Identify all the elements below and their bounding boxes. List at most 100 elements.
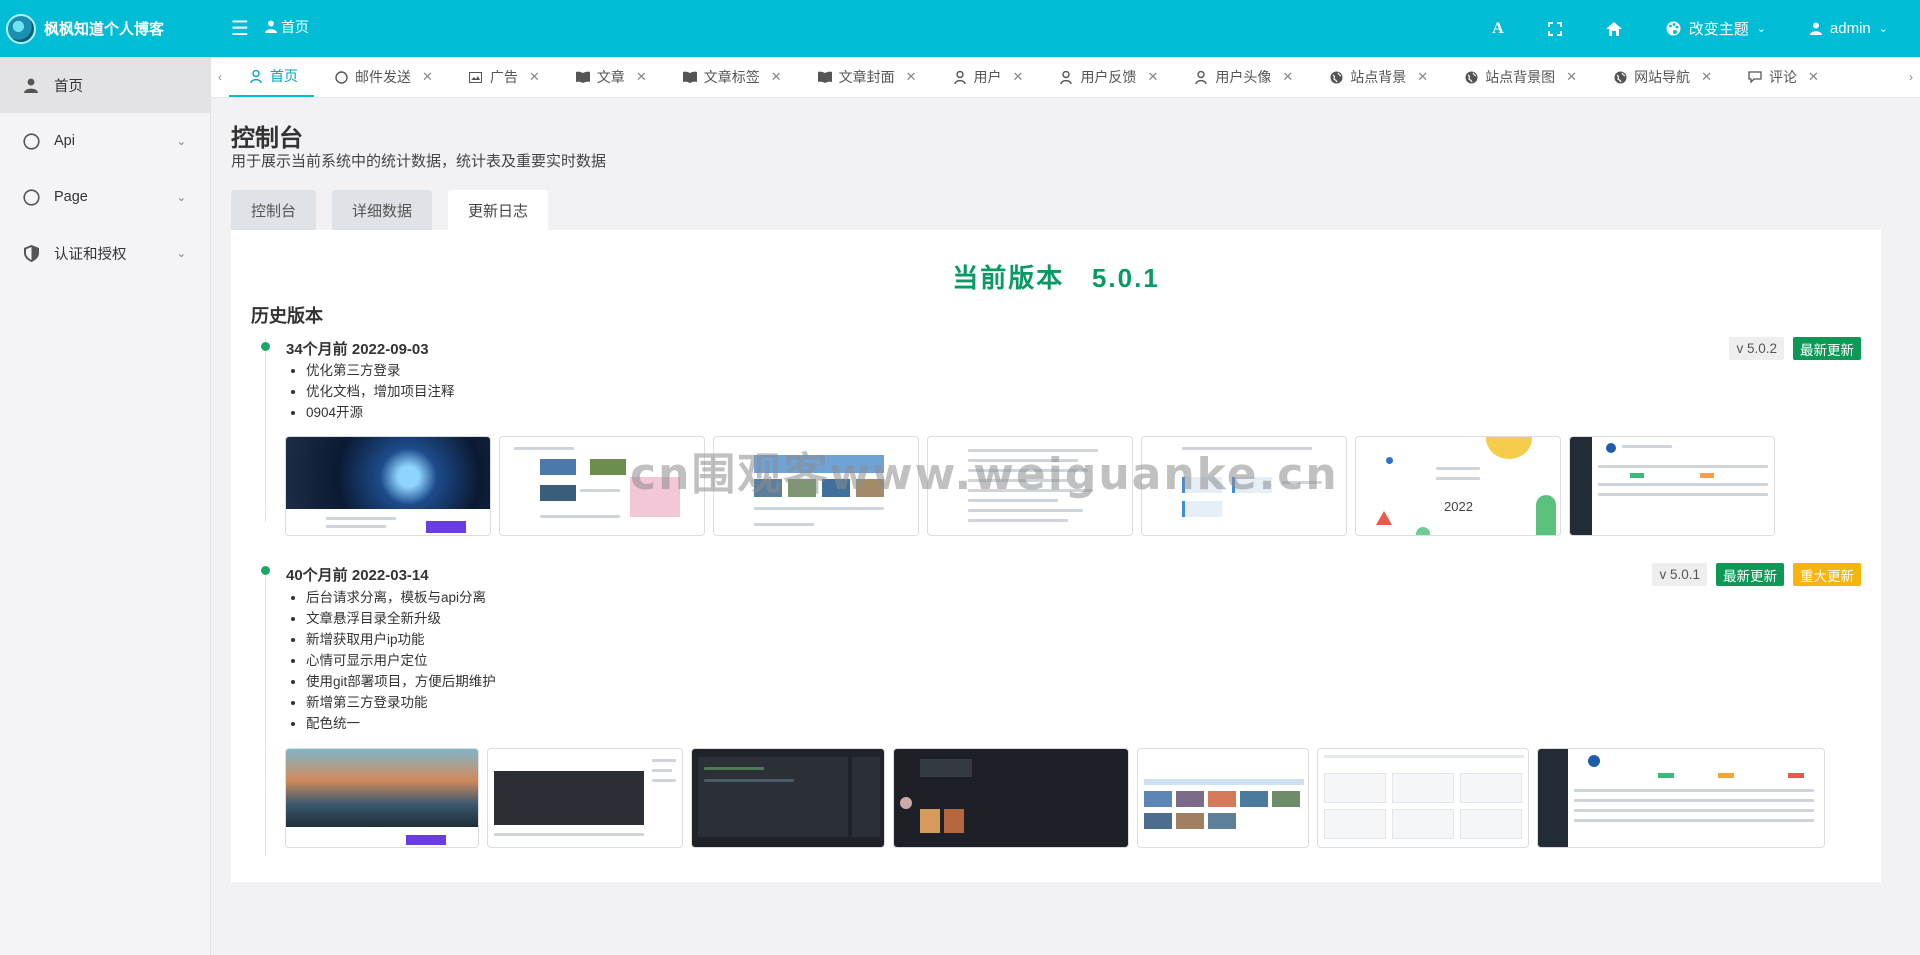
tab-item[interactable]: 网站导航 ✕	[1593, 57, 1728, 97]
book-icon	[575, 70, 590, 84]
tab-item[interactable]: 文章标签 ✕	[663, 57, 798, 97]
tab-item[interactable]: 广告 ✕	[449, 57, 556, 97]
sidebar-item-home[interactable]: 首页	[0, 57, 210, 113]
font-size-button[interactable]: A	[1470, 0, 1526, 57]
circle-icon	[22, 132, 40, 150]
screenshot-thumbnail[interactable]	[1137, 748, 1309, 848]
close-icon[interactable]: ✕	[771, 69, 782, 85]
latest-update-badge: 最新更新	[1716, 563, 1784, 586]
close-icon[interactable]: ✕	[1808, 69, 1819, 85]
entry-screenshots: 2022	[285, 436, 1783, 536]
sidebar-item-page[interactable]: Page ⌄	[0, 169, 210, 225]
breadcrumb[interactable]: 首页	[264, 17, 309, 37]
screenshot-thumbnail[interactable]: 2022	[1355, 436, 1561, 536]
close-icon[interactable]: ✕	[1566, 69, 1577, 85]
sidebar-item-label: Api	[54, 133, 75, 149]
entry-badges: v 5.0.1 最新更新 重大更新	[1652, 563, 1861, 586]
tab-item[interactable]: 站点背景 ✕	[1309, 57, 1444, 97]
screenshot-thumbnail[interactable]	[1537, 748, 1825, 848]
comment-icon	[1748, 70, 1762, 84]
list-item: 新增第三方登录功能	[306, 692, 496, 713]
sidebar-item-label: 首页	[54, 78, 83, 95]
screenshot-thumbnail[interactable]	[893, 748, 1129, 848]
screenshot-thumbnail[interactable]	[691, 748, 885, 848]
tab-item[interactable]: 用户反馈 ✕	[1039, 57, 1174, 97]
tab-item[interactable]: 邮件发送 ✕	[314, 57, 449, 97]
theme-switch-button[interactable]: 改变主题 ⌄	[1644, 0, 1788, 57]
screenshot-thumbnail[interactable]	[927, 436, 1133, 536]
menu-toggle-icon[interactable]: ☰	[231, 19, 249, 39]
sidebar-item-api[interactable]: Api ⌄	[0, 113, 210, 169]
circle-icon	[334, 70, 348, 84]
tab-item[interactable]: 用户 ✕	[933, 57, 1040, 97]
tab-item[interactable]: 首页	[229, 57, 314, 97]
entry-items: 后台请求分离，模板与api分离 文章悬浮目录全新升级 新增获取用户ip功能 心情…	[286, 587, 496, 734]
screenshot-thumbnail[interactable]	[1141, 436, 1347, 536]
user-icon	[249, 69, 263, 83]
tab-label: 广告	[489, 69, 518, 85]
list-item: 配色统一	[306, 713, 496, 734]
close-icon[interactable]: ✕	[1701, 69, 1712, 85]
timeline-line	[265, 566, 266, 856]
tab-label: 站点背景图	[1485, 69, 1556, 85]
chevron-down-icon: ⌄	[176, 191, 186, 204]
changelog-panel: 当前版本 5.0.1 历史版本 34个月前 2022-09-03 v 5.0.2…	[231, 230, 1881, 882]
close-icon[interactable]: ✕	[422, 69, 433, 85]
home-button[interactable]	[1584, 0, 1644, 57]
subtab-changelog[interactable]: 更新日志	[448, 190, 549, 230]
screenshot-thumbnail[interactable]	[487, 748, 683, 848]
screenshot-thumbnail[interactable]	[1569, 436, 1775, 536]
theme-switch-label: 改变主题	[1688, 21, 1749, 38]
latest-update-badge: 最新更新	[1793, 337, 1861, 360]
list-item: 优化第三方登录	[306, 360, 455, 381]
tab-item[interactable]: 文章 ✕	[556, 57, 663, 97]
list-item: 优化文档，增加项目注释	[306, 381, 455, 402]
globe-icon	[1613, 70, 1627, 84]
tab-label: 首页	[270, 68, 298, 84]
shield-icon	[22, 244, 40, 262]
current-version: 当前版本 5.0.1	[231, 258, 1881, 295]
tabs-scroll-right-icon[interactable]: ›	[1902, 57, 1920, 97]
tab-item[interactable]: 站点背景图 ✕	[1444, 57, 1593, 97]
chevron-down-icon: ⌄	[1878, 23, 1888, 35]
timeline-dot	[261, 342, 270, 351]
close-icon[interactable]: ✕	[636, 69, 647, 85]
screenshot-thumbnail[interactable]	[1317, 748, 1529, 848]
subtab-details[interactable]: 详细数据	[332, 190, 433, 230]
close-icon[interactable]: ✕	[1282, 69, 1293, 85]
screenshot-thumbnail[interactable]	[285, 436, 491, 536]
tabs-bar: ‹ 首页 邮件发送 ✕ 广告 ✕ 文章 ✕ 文章标签 ✕ 文章封面 ✕ 用户 ✕ 用户反馈 ✕ 用户头像 ✕ 站点…	[211, 57, 1920, 98]
close-icon[interactable]: ✕	[1147, 69, 1158, 85]
user-icon	[22, 76, 40, 94]
list-item: 文章悬浮目录全新升级	[306, 608, 496, 629]
image-icon	[469, 70, 483, 84]
close-icon[interactable]: ✕	[1417, 69, 1428, 85]
close-icon[interactable]: ✕	[1013, 69, 1024, 85]
tab-label: 邮件发送	[355, 69, 411, 85]
current-version-number: 5.0.1	[1091, 263, 1160, 293]
tab-item[interactable]: 评论 ✕	[1728, 57, 1835, 97]
close-icon[interactable]: ✕	[906, 69, 917, 85]
screenshot-thumbnail[interactable]	[285, 748, 479, 848]
globe-icon	[1464, 70, 1478, 84]
tab-label: 文章封面	[838, 69, 895, 85]
sidebar-item-auth[interactable]: 认证和授权 ⌄	[0, 225, 210, 281]
tab-item[interactable]: 用户头像 ✕	[1174, 57, 1309, 97]
subtab-dashboard[interactable]: 控制台	[231, 190, 317, 230]
entry-items: 优化第三方登录 优化文档，增加项目注释 0904开源	[286, 360, 455, 423]
tabs-scroll-left-icon[interactable]: ‹	[211, 57, 229, 97]
tab-item[interactable]: 文章封面 ✕	[798, 57, 933, 97]
sidebar: 首页 Api ⌄ Page ⌄ 认证和授权 ⌄	[0, 57, 211, 955]
user-menu-button[interactable]: admin ⌄	[1788, 0, 1920, 57]
screenshot-thumbnail[interactable]	[499, 436, 705, 536]
book-icon	[682, 70, 697, 84]
book-icon	[817, 70, 832, 84]
subtabs: 控制台 详细数据 更新日志	[231, 190, 549, 230]
fullscreen-button[interactable]	[1526, 0, 1584, 57]
user-icon	[264, 20, 277, 33]
brand[interactable]: 枫枫知道个人博客	[0, 0, 211, 57]
close-icon[interactable]: ✕	[529, 69, 540, 85]
tabs-list: 首页 邮件发送 ✕ 广告 ✕ 文章 ✕ 文章标签 ✕ 文章封面 ✕ 用户 ✕ 用户反馈 ✕ 用户头像 ✕ 站点背景…	[229, 57, 1902, 97]
palette-icon	[1666, 21, 1681, 36]
screenshot-thumbnail[interactable]	[713, 436, 919, 536]
